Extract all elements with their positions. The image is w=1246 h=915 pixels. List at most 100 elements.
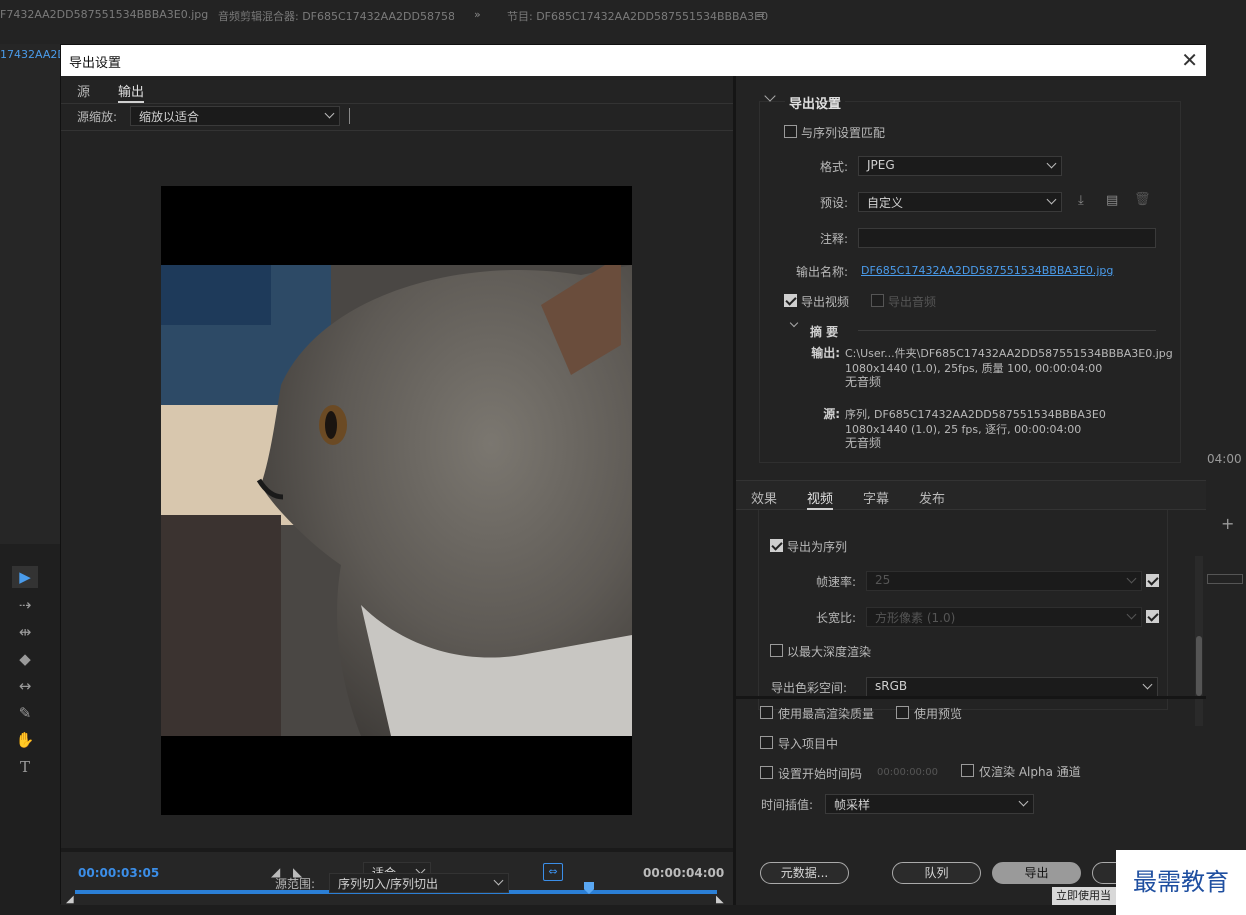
start-timecode-checkbox[interactable] — [760, 766, 773, 779]
import-into-project-checkbox[interactable] — [760, 736, 773, 749]
max-depth-label: 以最大深度渲染 — [787, 645, 872, 659]
format-dropdown[interactable]: JPEG — [858, 156, 1062, 176]
bg-tab-program[interactable]: 节目: DF685C17432AA2DD587551534BBBA3E0 — [507, 8, 768, 24]
source-scale-value: 缩放以适合 — [139, 110, 200, 124]
metadata-button[interactable]: 元数据... — [760, 862, 849, 884]
close-icon[interactable]: ✕ — [1181, 48, 1198, 72]
aspect-correction-icon[interactable]: ⇔ — [543, 863, 563, 881]
use-preview-label: 使用预览 — [914, 707, 963, 721]
summary-output-line-1: C:\User...件夹\DF685C17432AA2DD587551534BB… — [845, 347, 1173, 360]
source-range-label: 源范围: — [275, 877, 316, 891]
max-quality-checkbox[interactable] — [760, 706, 773, 719]
background-right-panel: 04:00 + — [1205, 44, 1246, 915]
source-scale-dropdown[interactable]: 缩放以适合 — [130, 106, 340, 126]
export-as-sequence-checkbox[interactable] — [770, 539, 783, 552]
dialog-title: 导出设置 — [69, 56, 122, 71]
settings-panel: 导出设置 与序列设置匹配 格式: JPEG 预设: 自定义 ⤓ ▤ 🗑 注释: … — [736, 76, 1206, 905]
bg-more-icon[interactable]: » — [474, 8, 481, 21]
tab-effects[interactable]: 效果 — [751, 488, 777, 507]
comment-input[interactable] — [858, 228, 1156, 248]
aspect-label: 长宽比: — [815, 611, 856, 625]
alpha-only-checkbox[interactable] — [961, 764, 974, 777]
time-interpolation-dropdown[interactable]: 帧采样 — [825, 794, 1034, 814]
collapse-chevron-icon[interactable] — [764, 90, 776, 102]
source-range-value: 序列切入/序列切出 — [338, 877, 439, 891]
export-audio-checkbox[interactable] — [871, 294, 884, 307]
ripple-edit-tool-icon[interactable]: ⇹ — [12, 621, 38, 643]
tab-video[interactable]: 视频 — [807, 488, 834, 510]
delete-preset-icon[interactable]: 🗑 — [1134, 192, 1151, 207]
end-timecode: 00:00:04:00 — [643, 866, 725, 880]
comment-label: 注释: — [819, 232, 848, 246]
chevron-down-icon — [1046, 194, 1057, 205]
settings-scrollbar[interactable] — [1195, 556, 1203, 726]
watermark-logo: 最需教育 — [1116, 850, 1246, 915]
import-into-project-label: 导入项目中 — [778, 737, 839, 751]
bg-right-time: 04:00 — [1207, 452, 1242, 466]
use-preview-checkbox[interactable] — [896, 706, 909, 719]
dialog-titlebar: 导出设置 ✕ — [61, 45, 1206, 76]
save-preset-icon[interactable]: ⤓ — [1078, 193, 1084, 208]
tooltip: 立即使用当 — [1052, 887, 1118, 905]
summary-output-label: 输出: — [811, 346, 840, 360]
export-video-checkbox[interactable] — [784, 294, 797, 307]
frame-rate-dropdown[interactable]: 25 — [866, 571, 1142, 591]
export-audio-label: 导出音频 — [888, 295, 937, 309]
match-sequence-label: 与序列设置匹配 — [801, 126, 886, 140]
chevron-down-icon — [1142, 679, 1153, 690]
start-timecode-value[interactable]: 00:00:00:00 — [877, 767, 938, 778]
chevron-down-icon — [493, 875, 504, 886]
selection-tool-icon[interactable]: ▶ — [12, 566, 38, 588]
bg-add-icon[interactable]: + — [1221, 514, 1234, 533]
max-depth-checkbox[interactable] — [770, 644, 783, 657]
aspect-value: 方形像素 (1.0) — [875, 611, 956, 625]
bg-left-label: 17432AA2D — [0, 48, 60, 61]
source-range-dropdown[interactable]: 序列切入/序列切出 — [329, 873, 509, 893]
hand-tool-icon[interactable]: ✋ — [12, 729, 38, 751]
range-start-handle-icon[interactable]: ◢ — [66, 894, 74, 905]
queue-button[interactable]: 队列 — [892, 862, 981, 884]
frame-rate-value: 25 — [875, 573, 891, 587]
chevron-down-icon — [324, 108, 335, 119]
max-quality-label: 使用最高渲染质量 — [778, 707, 875, 721]
summary-title: 摘 要 — [810, 325, 839, 339]
tab-publish[interactable]: 发布 — [919, 488, 945, 507]
export-button[interactable]: 导出 — [992, 862, 1081, 884]
export-video-label: 导出视频 — [801, 295, 850, 309]
tab-source[interactable]: 源 — [77, 81, 90, 100]
time-interpolation-label: 时间插值: — [761, 798, 814, 812]
export-settings-title: 导出设置 — [785, 93, 846, 112]
pen-tool-icon[interactable]: ✎ — [12, 702, 38, 724]
bg-tab-source[interactable]: F7432AA2DD587551534BBBA3E0.jpg — [0, 8, 208, 21]
match-sequence-checkbox[interactable] — [784, 125, 797, 138]
range-end-handle-icon[interactable]: ◣ — [716, 894, 724, 905]
track-select-tool-icon[interactable]: ⇢ — [12, 594, 38, 616]
tab-captions[interactable]: 字幕 — [863, 488, 889, 507]
preset-dropdown[interactable]: 自定义 — [858, 192, 1062, 212]
color-space-dropdown[interactable]: sRGB — [866, 677, 1158, 697]
color-space-value: sRGB — [875, 679, 908, 693]
source-scale-label: 源缩放: — [77, 110, 118, 124]
summary-source-line-3: 无音频 — [845, 436, 882, 450]
output-name-label: 输出名称: — [795, 265, 848, 279]
current-timecode[interactable]: 00:00:03:05 — [78, 866, 159, 880]
summary-source-label: 源: — [823, 407, 840, 421]
bg-tab-audio-mixer[interactable]: 音频剪辑混合器: DF685C17432AA2DD58758 — [218, 8, 454, 24]
aspect-dropdown[interactable]: 方形像素 (1.0) — [866, 607, 1142, 627]
type-tool-icon[interactable]: T — [12, 756, 38, 778]
tab-output[interactable]: 输出 — [118, 81, 145, 103]
aspect-match-checkbox[interactable] — [1146, 610, 1159, 623]
start-timecode-label: 设置开始时间码 — [778, 767, 863, 781]
slip-tool-icon[interactable]: ↔ — [12, 675, 38, 697]
format-value: JPEG — [867, 158, 895, 172]
frame-rate-match-checkbox[interactable] — [1146, 574, 1159, 587]
background-left-panel: 17432AA2D ▶ ⇢ ⇹ ◆ ↔ ✎ ✋ T — [0, 44, 60, 915]
export-settings-dialog: 导出设置 ✕ 源 输出 源缩放: 缩放以适合 00:00:03:05 ◢ ◣ ⇔… — [60, 44, 1206, 905]
output-name-link[interactable]: DF685C17432AA2DD587551534BBBA3E0.jpg — [861, 264, 1113, 277]
import-preset-icon[interactable]: ▤ — [1106, 193, 1118, 208]
razor-tool-icon[interactable]: ◆ — [12, 648, 38, 670]
bg-menu-icon[interactable]: ≡ — [756, 8, 765, 21]
chevron-down-icon — [1126, 609, 1137, 620]
format-label: 格式: — [819, 160, 848, 174]
export-as-sequence-label: 导出为序列 — [787, 540, 848, 554]
